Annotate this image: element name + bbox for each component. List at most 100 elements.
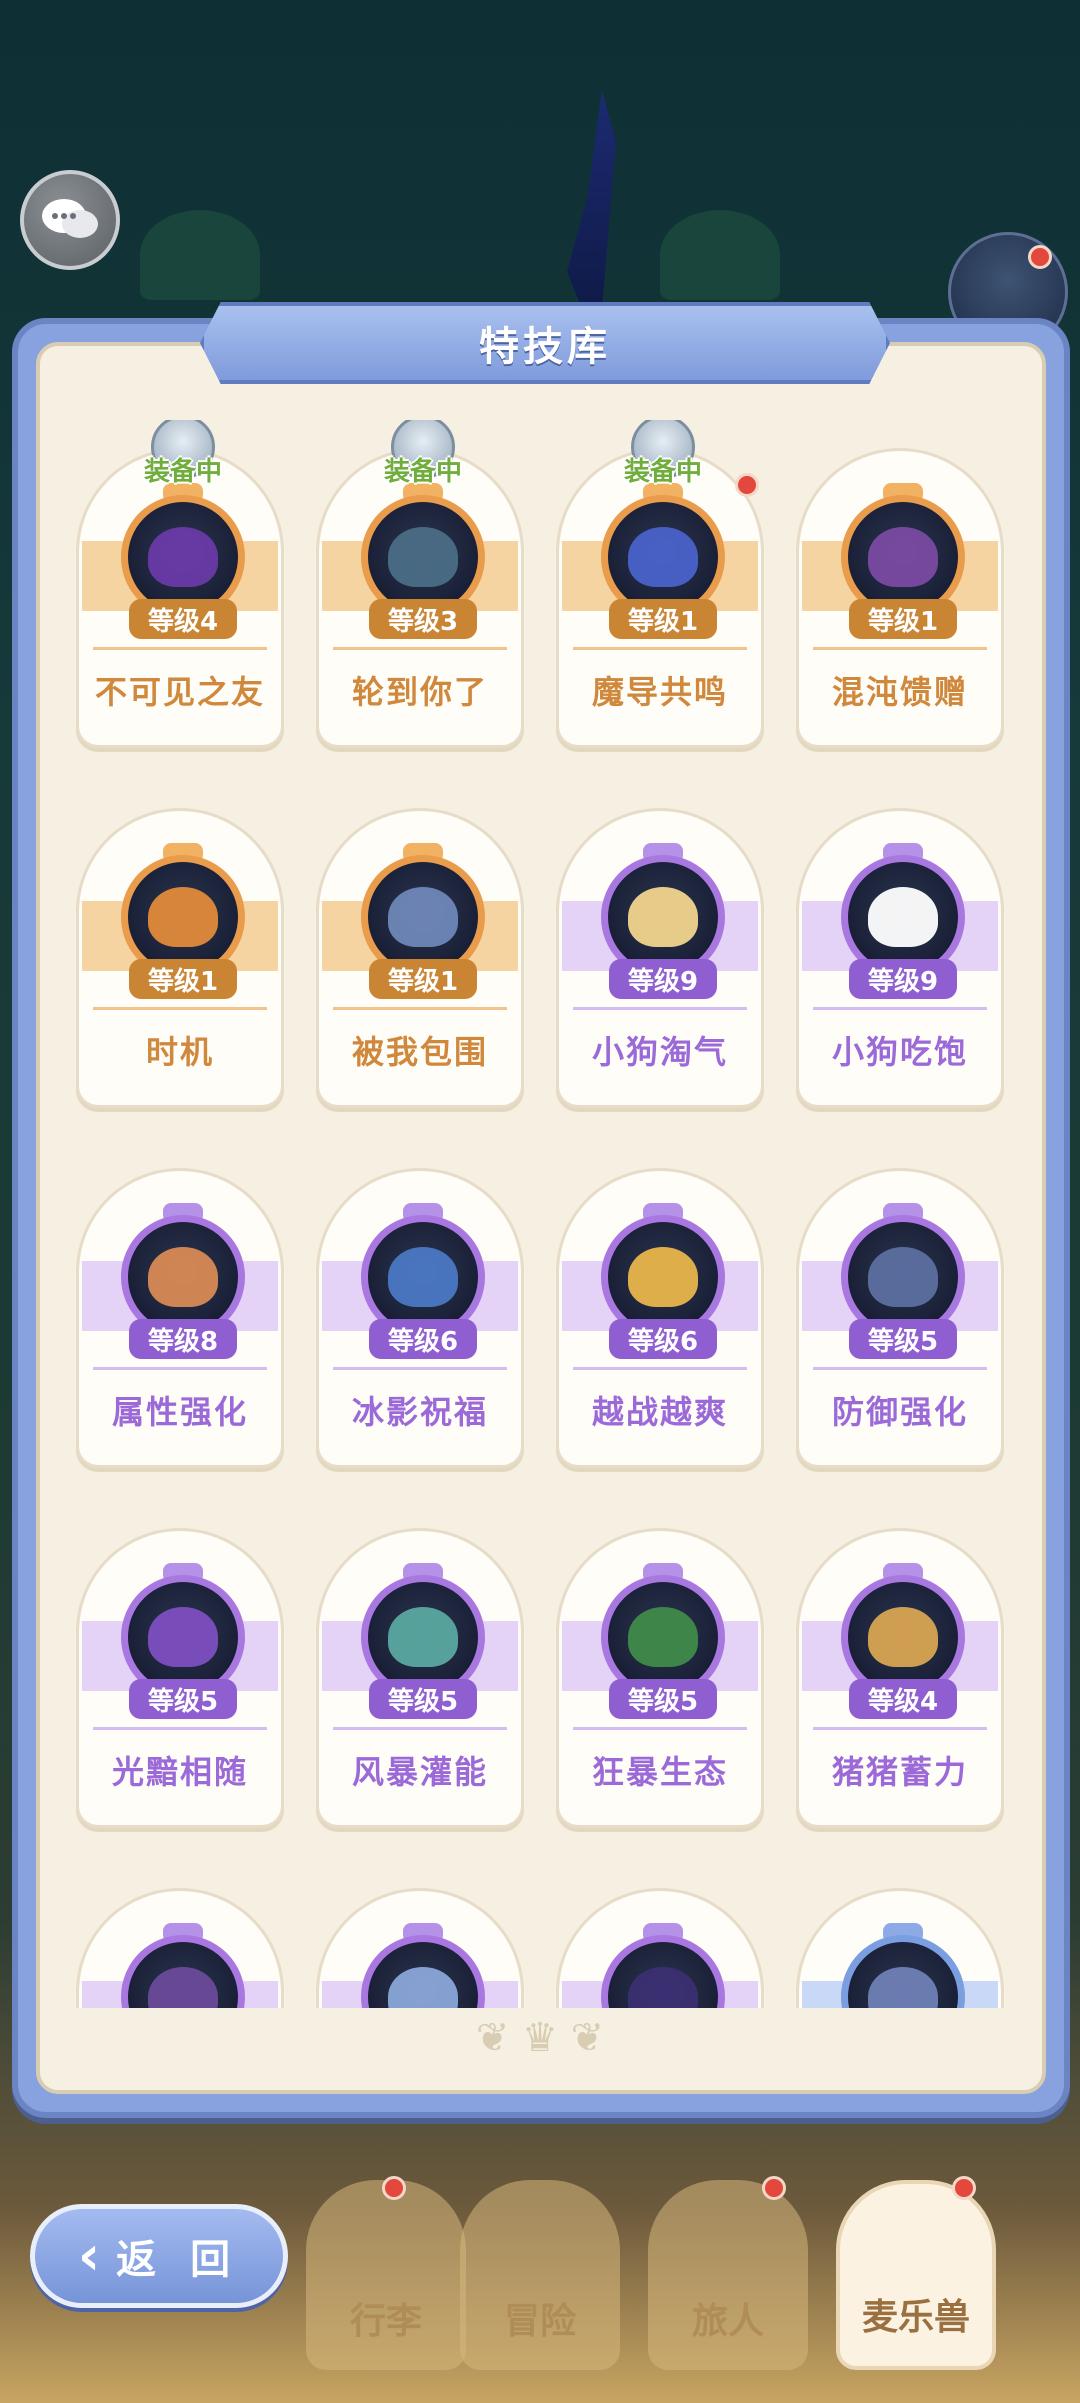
notification-dot [1028, 245, 1052, 269]
skill-card[interactable]: 等级1 魔导共鸣 装备中 [556, 420, 764, 748]
back-arrow-icon: ‹ [77, 2224, 101, 2287]
creature-icon [628, 887, 698, 947]
skill-portrait [601, 1935, 725, 2008]
card-divider [573, 647, 747, 650]
creature-icon [148, 527, 218, 587]
skill-name: 狂暴生态 [591, 1753, 728, 1791]
level-badge: 等级1 [849, 599, 957, 639]
creature-icon [388, 1967, 458, 2008]
card-divider [333, 1367, 507, 1370]
card-divider [813, 647, 987, 650]
crown-ornament-icon: ❦ ♛ ❦ [475, 2015, 605, 2061]
skill-name: 属性强化 [111, 1393, 248, 1431]
skill-card[interactable] [316, 1888, 524, 2008]
card-divider [573, 1727, 747, 1730]
notification-dot [952, 2176, 976, 2200]
creature-icon [388, 527, 458, 587]
creature-icon [868, 887, 938, 947]
panel-title-banner: 特技库 [200, 302, 890, 384]
level-badge: 等级9 [849, 959, 957, 999]
chat-button[interactable] [20, 170, 120, 270]
skill-name: 时机 [145, 1033, 214, 1071]
skill-name: 风暴灌能 [351, 1753, 488, 1791]
level-badge: 等级1 [369, 959, 477, 999]
skill-card[interactable]: 等级8 属性强化 [76, 1168, 284, 1468]
card-divider [93, 647, 267, 650]
nav-tab-adventure[interactable]: 冒险 [460, 2180, 620, 2370]
level-badge: 等级5 [609, 1679, 717, 1719]
creature-icon [628, 1967, 698, 2008]
skill-name: 猪猪蓄力 [831, 1753, 968, 1791]
creature-icon [628, 1607, 698, 1667]
skill-card[interactable]: 等级9 小狗吃饱 [796, 808, 1004, 1108]
card-divider [573, 1007, 747, 1010]
skill-card[interactable]: 等级6 越战越爽 [556, 1168, 764, 1468]
card-divider [813, 1727, 987, 1730]
background-palm [140, 210, 260, 300]
nav-tab-travelers[interactable]: 旅人 [648, 2180, 808, 2370]
creature-icon [148, 1607, 218, 1667]
creature-icon [628, 527, 698, 587]
skill-card[interactable]: 等级5 光黯相随 [76, 1528, 284, 1828]
level-badge: 等级6 [369, 1319, 477, 1359]
skill-card[interactable]: 等级1 被我包围 [316, 808, 524, 1108]
nav-tab-label: 行李 [349, 2301, 422, 2342]
creature-icon [148, 1967, 218, 2008]
skill-name: 被我包围 [351, 1033, 488, 1071]
level-badge: 等级3 [369, 599, 477, 639]
nav-tab-label: 旅人 [691, 2301, 764, 2342]
creature-icon [148, 887, 218, 947]
skill-name: 小狗吃饱 [831, 1033, 968, 1071]
skill-name: 防御强化 [831, 1393, 968, 1431]
card-divider [813, 1007, 987, 1010]
skill-card[interactable] [796, 1888, 1004, 2008]
back-button[interactable]: ‹ 返 回 [30, 2204, 288, 2308]
card-divider [93, 1007, 267, 1010]
notification-dot [735, 473, 759, 497]
notification-dot [762, 2176, 786, 2200]
nav-tab-label: 麦乐兽 [861, 2297, 970, 2338]
skill-card[interactable]: 等级1 混沌馈赠 [796, 448, 1004, 748]
equipped-label: 装备中 [623, 457, 702, 487]
skill-card[interactable]: 等级5 风暴灌能 [316, 1528, 524, 1828]
skill-name: 冰影祝福 [351, 1393, 488, 1431]
creature-icon [868, 1967, 938, 2008]
level-badge: 等级4 [129, 599, 237, 639]
notification-dot [382, 2176, 406, 2200]
skill-name: 小狗淘气 [591, 1033, 728, 1071]
skill-card[interactable]: 等级5 狂暴生态 [556, 1528, 764, 1828]
creature-icon [868, 527, 938, 587]
skill-card[interactable]: 等级3 轮到你了 装备中 [316, 420, 524, 748]
card-divider [813, 1367, 987, 1370]
nav-tab-label: 冒险 [503, 2301, 576, 2342]
skill-card[interactable]: 等级4 猪猪蓄力 [796, 1528, 1004, 1828]
nav-tab-luggage[interactable]: 行李 [306, 2180, 466, 2370]
card-divider [93, 1727, 267, 1730]
skill-grid: 等级4 不可见之友 装备中 等级3 轮到你了 装备中 等级1 魔导共鸣 装备中 等级1 混沌馈赠 等级… [54, 420, 1024, 2008]
equipped-label: 装备中 [143, 457, 222, 487]
skill-card[interactable]: 等级4 不可见之友 装备中 [76, 420, 284, 748]
level-badge: 等级5 [849, 1319, 957, 1359]
level-badge: 等级5 [129, 1679, 237, 1719]
creature-icon [388, 1247, 458, 1307]
nav-tab-pets[interactable]: 麦乐兽 [836, 2180, 996, 2370]
skill-name: 不可见之友 [94, 673, 265, 711]
equipped-label: 装备中 [383, 457, 462, 487]
skill-card[interactable] [76, 1888, 284, 2008]
card-divider [573, 1367, 747, 1370]
skill-portrait [361, 1935, 485, 2008]
skill-card[interactable]: 等级6 冰影祝福 [316, 1168, 524, 1468]
equipped-indicator: 装备中 [129, 420, 237, 487]
skill-card[interactable] [556, 1888, 764, 2008]
level-badge: 等级6 [609, 1319, 717, 1359]
skill-card[interactable]: 等级5 防御强化 [796, 1168, 1004, 1468]
level-badge: 等级4 [849, 1679, 957, 1719]
creature-icon [628, 1247, 698, 1307]
card-divider [93, 1367, 267, 1370]
skill-name: 魔导共鸣 [591, 673, 728, 711]
skill-card[interactable]: 等级1 时机 [76, 808, 284, 1108]
skill-name: 光黯相随 [111, 1753, 248, 1791]
card-divider [333, 1727, 507, 1730]
skill-portrait [121, 1935, 245, 2008]
skill-card[interactable]: 等级9 小狗淘气 [556, 808, 764, 1108]
